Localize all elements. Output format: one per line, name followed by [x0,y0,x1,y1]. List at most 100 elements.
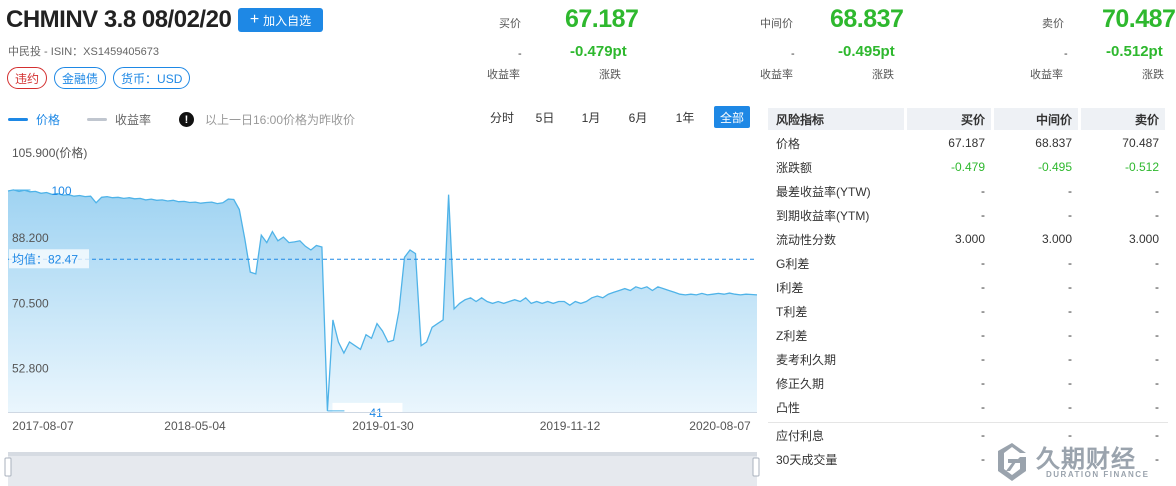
risk-bid: - [981,400,985,414]
add-to-watchlist-button[interactable]: + 加入自选 [238,8,323,32]
add-to-watchlist-label: 加入自选 [263,13,312,28]
risk-rows: 价格 67.187 68.837 70.487 涨跌额 -0.479 -0.495 -0.51… [768,130,1168,419]
mid-change-label: 涨跌 [872,69,894,81]
watermark-sub: DURATION FINANCE [1046,470,1150,479]
risk-mid: - [1068,400,1072,414]
risk-bid: - [981,280,985,294]
risk-ask: - [1155,328,1159,342]
risk-mid: - [1068,280,1072,294]
ask-ytm-label: 收益率 [1030,69,1063,81]
bid-label: 买价 [499,18,521,30]
risk-name: 价格 [776,136,801,151]
bid-change: -0.479pt [570,43,627,60]
navigator-handle-right[interactable] [752,457,760,477]
legend-price[interactable]: 价格 [8,111,60,128]
ask-label: 卖价 [1042,18,1064,30]
bond-tags: 违约 金融债 货币：USD [7,67,191,89]
risk-ask: - [1155,208,1159,222]
header-risk: 风险指标 [768,108,904,130]
risk-panel-header: 风险指标 买价 中间价 卖价 [768,108,1168,130]
duration-finance-logo-icon [998,443,1026,481]
legend-yield[interactable]: 收益率 [87,111,151,128]
risk-row: 麦考利久期 - - - [768,347,1168,371]
risk-ask: - [1155,400,1159,414]
risk-row: I利差 - - - [768,275,1168,299]
risk-name: 麦考利久期 [776,352,837,367]
risk-bid: - [981,328,985,342]
x-tick-label: 2019-01-30 [352,419,414,433]
x-tick-label: 2020-08-07 [689,419,751,433]
risk-row: 到期收益率(YTM) - - - [768,203,1168,227]
risk-ask: -0.512 [1124,160,1159,174]
extra-bid: - [981,428,985,442]
mid-ytm-label: 收益率 [760,69,793,81]
risk-mid: 68.837 [1035,136,1072,150]
risk-row: 流动性分数 3.000 3.000 3.000 [768,227,1168,251]
risk-bid: -0.479 [950,160,985,174]
risk-name: 流动性分数 [776,232,837,247]
risk-row: G利差 - - - [768,251,1168,275]
quote-bid: 买价 67.187 - -0.479pt 收益率 涨跌 [485,0,639,90]
ask-price: 70.487 [1102,5,1176,33]
range-all[interactable]: 全部 [714,106,750,128]
ask-change-label: 涨跌 [1142,69,1164,81]
risk-row: 凸性 - - - [768,395,1168,419]
watermark: 久期财经 DURATION FINANCE [988,437,1176,486]
mid-change: -0.495pt [838,43,895,60]
risk-row: T利差 - - - [768,299,1168,323]
legend-price-label: 价格 [36,113,61,127]
risk-bid: - [981,304,985,318]
y-tick-label: 70.500 [12,296,49,310]
risk-bid: - [981,376,985,390]
legend-yield-label: 收益率 [115,113,152,127]
notice: ! 以上一日16:00价格为昨收价 [179,111,355,128]
risk-ask: - [1155,304,1159,318]
range-1y[interactable]: 1年 [662,106,708,128]
risk-mid: - [1068,208,1072,222]
range-1m[interactable]: 1月 [568,106,614,128]
risk-name: G利差 [776,256,810,271]
x-tick-label: 2019-11-12 [540,419,601,433]
mid-ytm: - [791,48,795,60]
x-tick-label: 2017-08-07 [12,419,74,433]
range-intraday[interactable]: 分时 [482,106,522,128]
risk-row: Z利差 - - - [768,323,1168,347]
max-label: 100 [52,184,72,198]
risk-mid: -0.495 [1037,160,1072,174]
navigator-top [8,452,757,456]
risk-name: T利差 [776,304,808,319]
risk-panel: 风险指标 买价 中间价 卖价 价格 67.187 68.837 70.487 涨跌额 -0… [768,108,1168,471]
price-chart: 105.900(价格) 88.200 70.500 52.800 均值：82.47 100… [0,140,760,486]
range-5d[interactable]: 5日 [522,106,568,128]
risk-mid: - [1068,352,1072,366]
yield-line-icon [87,118,107,121]
mid-label: 中间价 [760,18,793,30]
header-ask: 卖价 [1081,108,1165,130]
plus-icon: + [249,11,260,28]
issuer-isin: 中民投 - ISIN：XS1459405673 [8,46,160,58]
risk-name: 凸性 [776,400,801,415]
risk-bid: 67.187 [948,136,985,150]
risk-name: 修正久期 [776,376,825,391]
risk-mid: 3.000 [1041,232,1072,246]
info-icon: ! [179,112,194,127]
bid-price: 67.187 [565,5,639,33]
range-6m[interactable]: 6月 [614,106,662,128]
risk-mid: - [1068,304,1072,318]
risk-mid: - [1068,184,1072,198]
navigator-handle-left[interactable] [4,457,12,477]
risk-ask: 70.487 [1122,136,1159,150]
header-mid: 中间价 [994,108,1078,130]
watermark-text: 久期财经 [1036,446,1136,473]
quote-ask: 卖价 70.487 - -0.512pt 收益率 涨跌 [1028,0,1176,90]
risk-name: 涨跌额 [776,160,813,175]
chart-toolbar: 价格 收益率 ! 以上一日16:00价格为昨收价 分时 5日 1月 6月 1年 … [0,105,760,131]
risk-mid: - [1068,376,1072,390]
risk-name: Z利差 [776,328,808,343]
notice-text: 以上一日16:00价格为昨收价 [205,113,356,127]
price-chart-svg: 105.900(价格) 88.200 70.500 52.800 均值：82.47 100… [4,145,760,486]
risk-ask: - [1155,280,1159,294]
price-line-icon [8,118,28,121]
risk-ask: - [1155,184,1159,198]
risk-ask: 3.000 [1128,232,1159,246]
